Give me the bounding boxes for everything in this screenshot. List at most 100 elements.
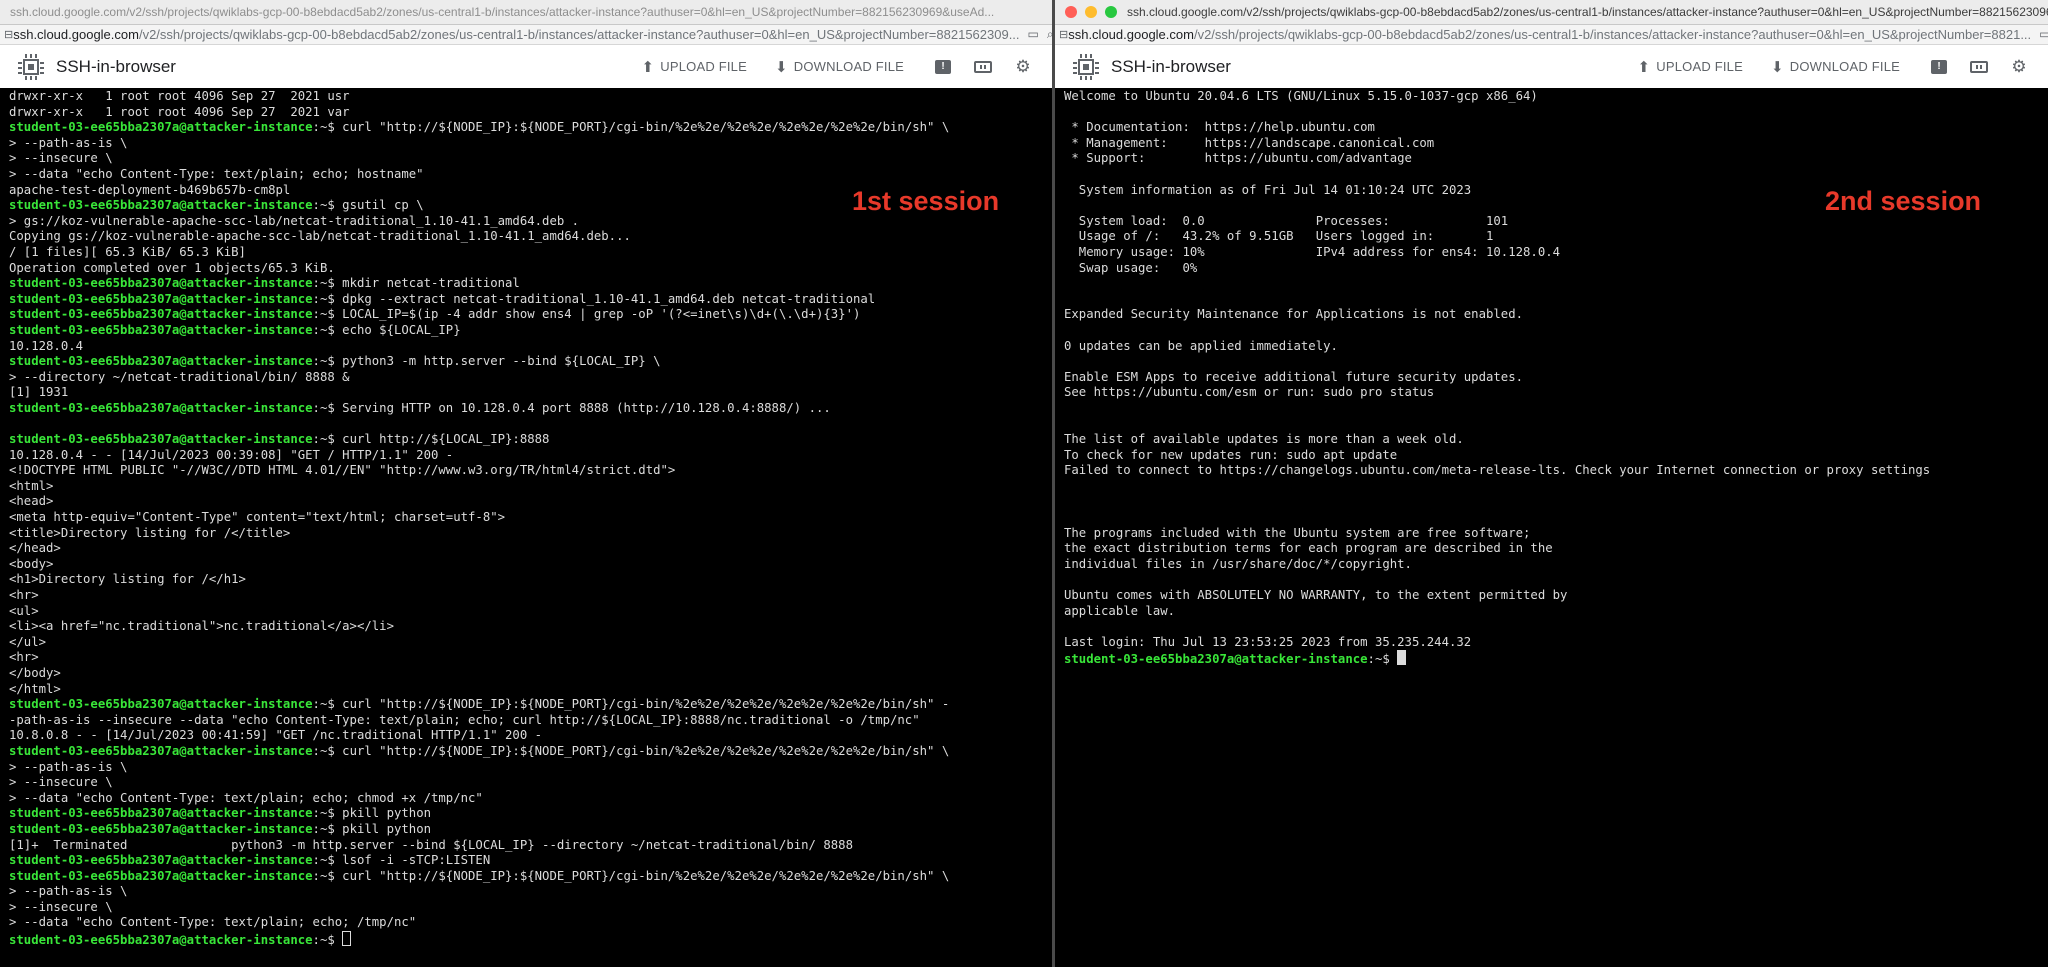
url-path: /v2/ssh/projects/qwiklabs-gcp-00-b8ebdac…: [138, 27, 1020, 42]
site-info-icon[interactable]: ⊟: [0, 28, 13, 41]
browser-extension-icons: ▭ ⌕: [1019, 27, 1052, 42]
terminal-line-text: > --data "echo Content-Type: text/plain;…: [9, 915, 417, 930]
terminal-line-text: * Management: https://landscape.canonica…: [1064, 135, 1435, 150]
terminal-line: * Management: https://landscape.canonica…: [1064, 136, 2048, 152]
download-file-button[interactable]: ⬇ DOWNLOAD FILE: [775, 58, 904, 76]
terminal-line-text: Welcome to Ubuntu 20.04.6 LTS (GNU/Linux…: [1064, 89, 1538, 103]
terminal-line-text: Swap usage: 0%: [1064, 260, 1198, 275]
terminal-line: student-03-ee65bba2307a@attacker-instanc…: [9, 822, 1052, 838]
shell-prompt: student-03-ee65bba2307a@attacker-instanc…: [1064, 652, 1368, 666]
terminal-line-text: Memory usage: 10% IPv4 address for ens4:…: [1064, 244, 1561, 259]
terminal-line: Memory usage: 10% IPv4 address for ens4:…: [1064, 245, 2048, 261]
session-annotation-first: 1st session: [852, 186, 1000, 216]
address-bar[interactable]: ⊟ ssh.cloud.google.com/v2/ssh/projects/q…: [0, 25, 1052, 45]
address-bar[interactable]: ⊟ ssh.cloud.google.com/v2/ssh/projects/q…: [1055, 25, 2048, 45]
minimize-window-button[interactable]: [1085, 6, 1097, 18]
terminal-line: student-03-ee65bba2307a@attacker-instanc…: [9, 401, 1052, 417]
terminal-line-text: -path-as-is --insecure --data "echo Cont…: [9, 712, 920, 727]
terminal-line: <h1>Directory listing for /</h1>: [9, 572, 1052, 588]
terminal-line-text: :~$ echo ${LOCAL_IP}: [312, 322, 461, 337]
maximize-window-button[interactable]: [1105, 6, 1117, 18]
terminal-line-text: <li><a href="nc.traditional">nc.traditio…: [9, 619, 394, 634]
terminal-line-text: > --path-as-is \: [9, 884, 128, 899]
terminal-line-text: :~$ lsof -i -sTCP:LISTEN: [312, 853, 491, 868]
terminal-line: individual files in /usr/share/doc/*/cop…: [1064, 557, 2048, 573]
upload-file-button[interactable]: ⬆ UPLOAD FILE: [1637, 58, 1743, 76]
terminal-line-text: <html>: [9, 478, 54, 493]
terminal-line: Swap usage: 0%: [1064, 261, 2048, 277]
feedback-icon: !: [935, 59, 951, 74]
terminal-line-text: </head>: [9, 541, 61, 556]
terminal-line: Failed to connect to https://changelogs.…: [1064, 463, 2048, 479]
terminal-line-text: Enable ESM Apps to receive additional fu…: [1064, 369, 1524, 384]
terminal-line-text: :~$: [312, 933, 343, 947]
terminal-line: [1]+ Terminated python3 -m http.server -…: [9, 838, 1052, 854]
terminal-line-text: :~$ curl "http://${NODE_IP}:${NODE_PORT}…: [312, 743, 950, 758]
close-window-button[interactable]: [1065, 6, 1077, 18]
terminal-line: Operation completed over 1 objects/65.3 …: [9, 261, 1052, 277]
terminal-line-text: 0 updates can be applied immediately.: [1064, 338, 1338, 353]
keyboard-icon: [974, 60, 992, 73]
terminal-line-text: :~$: [1367, 652, 1398, 666]
terminal-line: student-03-ee65bba2307a@attacker-instanc…: [9, 931, 1052, 947]
keyboard-button[interactable]: [972, 56, 994, 78]
terminal-line: <ul>: [9, 604, 1052, 620]
terminal-line-text: :~$ pkill python: [312, 806, 432, 821]
terminal-line-text: Copying gs://koz-vulnerable-apache-scc-l…: [9, 229, 631, 244]
terminal-line: * Documentation: https://help.ubuntu.com: [1064, 120, 2048, 136]
terminal-line: <!DOCTYPE HTML PUBLIC "-//W3C//DTD HTML …: [9, 463, 1052, 479]
shell-prompt: student-03-ee65bba2307a@attacker-instanc…: [9, 354, 313, 369]
download-file-button[interactable]: ⬇ DOWNLOAD FILE: [1771, 58, 1900, 76]
keyboard-button[interactable]: [1968, 56, 1990, 78]
terminal-output[interactable]: drwxr-xr-x 1 root root 4096 Sep 27 2021 …: [0, 88, 1052, 967]
feedback-button[interactable]: !: [932, 56, 954, 78]
terminal-line: Welcome to Ubuntu 20.04.6 LTS (GNU/Linux…: [1064, 89, 2048, 105]
terminal-line-text: apache-test-deployment-b469b657b-cm8pl: [9, 182, 291, 197]
terminal-line-text: > --insecure \: [9, 899, 113, 914]
terminal-line: > --data "echo Content-Type: text/plain;…: [9, 791, 1052, 807]
upload-file-button[interactable]: ⬆ UPLOAD FILE: [641, 58, 747, 76]
terminal-output[interactable]: Welcome to Ubuntu 20.04.6 LTS (GNU/Linux…: [1055, 88, 2048, 967]
browser-window-first-session: ssh.cloud.google.com/v2/ssh/projects/qwi…: [0, 0, 1052, 967]
terminal-line-text: <head>: [9, 494, 54, 509]
terminal-line-text: Last login: Thu Jul 13 23:53:25 2023 fro…: [1064, 634, 1472, 649]
browser-window-second-session: ssh.cloud.google.com/v2/ssh/projects/qwi…: [1055, 0, 2048, 967]
terminal-line: > --insecure \: [9, 775, 1052, 791]
terminal-line: > --data "echo Content-Type: text/plain;…: [9, 167, 1052, 183]
terminal-line-text: drwxr-xr-x 1 root root 4096 Sep 27 2021 …: [9, 104, 350, 119]
terminal-line-text: applicable law.: [1064, 603, 1176, 618]
shell-prompt: student-03-ee65bba2307a@attacker-instanc…: [9, 120, 313, 135]
settings-button[interactable]: ⚙: [1012, 56, 1034, 78]
download-file-label: DOWNLOAD FILE: [793, 59, 904, 74]
terminal-cursor: [1397, 650, 1407, 666]
terminal-line-text: > --data "echo Content-Type: text/plain;…: [9, 790, 483, 805]
terminal-line: student-03-ee65bba2307a@attacker-instanc…: [9, 697, 1052, 713]
settings-button[interactable]: ⚙: [2008, 56, 2030, 78]
terminal-line-text: Expanded Security Maintenance for Applic…: [1064, 307, 1524, 322]
shell-prompt: student-03-ee65bba2307a@attacker-instanc…: [9, 697, 313, 712]
download-file-label: DOWNLOAD FILE: [1789, 59, 1900, 74]
cast-icon[interactable]: ▭: [1028, 27, 1039, 42]
terminal-line-text: Ubuntu comes with ABSOLUTELY NO WARRANTY…: [1064, 588, 1568, 602]
terminal-line-text: 10.128.0.4: [9, 338, 84, 353]
terminal-line: The programs included with the Ubuntu sy…: [1064, 526, 2048, 542]
terminal-line-text: :~$ LOCAL_IP=$(ip -4 addr show ens4 | gr…: [312, 307, 861, 322]
site-info-icon[interactable]: ⊟: [1055, 28, 1068, 41]
feedback-button[interactable]: !: [1928, 56, 1950, 78]
cast-icon[interactable]: ▭: [2039, 27, 2048, 42]
browser-title-bar: ssh.cloud.google.com/v2/ssh/projects/qwi…: [0, 0, 1052, 25]
terminal-line-text: > --directory ~/netcat-traditional/bin/ …: [9, 369, 350, 384]
terminal-line: <hr>: [9, 650, 1052, 666]
shell-prompt: student-03-ee65bba2307a@attacker-instanc…: [9, 198, 313, 213]
terminal-line: Ubuntu comes with ABSOLUTELY NO WARRANTY…: [1064, 588, 2048, 604]
terminal-line: student-03-ee65bba2307a@attacker-instanc…: [9, 869, 1052, 885]
terminal-line: drwxr-xr-x 1 root root 4096 Sep 27 2021 …: [9, 105, 1052, 121]
terminal-line: Copying gs://koz-vulnerable-apache-scc-l…: [9, 229, 1052, 245]
terminal-line-text: <ul>: [9, 603, 39, 618]
terminal-line: * Support: https://ubuntu.com/advantage: [1064, 151, 2048, 167]
terminal-line-text: </html>: [9, 681, 61, 696]
